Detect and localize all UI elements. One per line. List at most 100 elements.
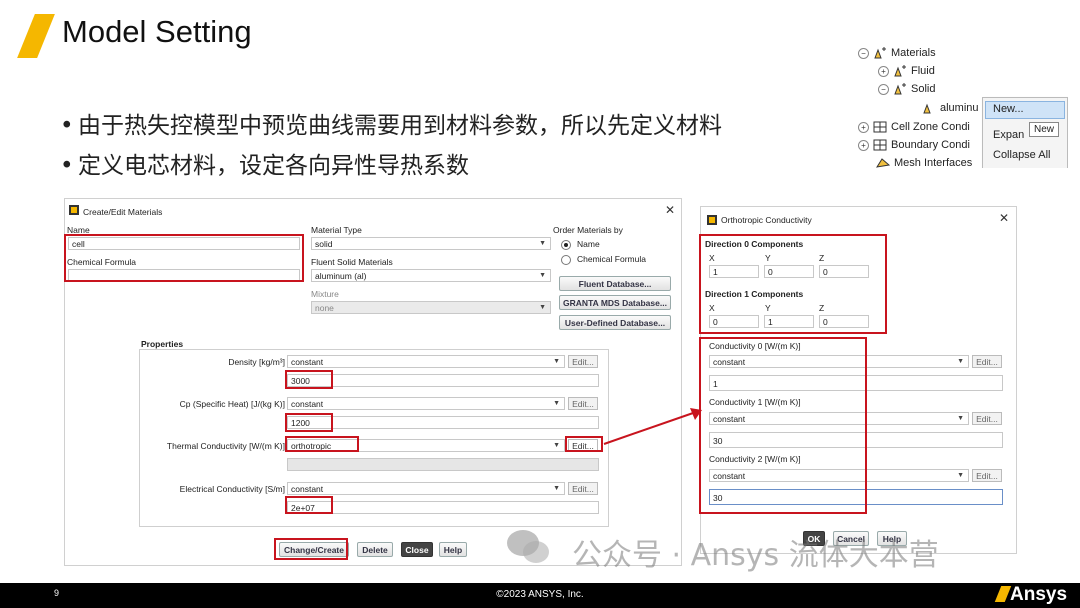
fluent-solid-select[interactable]: aluminum (al) ▼ (311, 269, 551, 282)
name-input[interactable]: cell (68, 237, 300, 250)
chevron-down-icon: ▼ (539, 272, 546, 279)
order-chem-text: Chemical Formula (577, 254, 646, 264)
chemical-formula-label: Chemical Formula (67, 257, 136, 267)
electrical-conductivity-input[interactable]: 2e+07 (287, 501, 599, 514)
tree-item-fluid[interactable]: + Fluid (878, 62, 935, 80)
dir1-x-input[interactable]: 0 (709, 315, 759, 328)
conductivity-1-edit-button[interactable]: Edit... (972, 412, 1002, 425)
fluent-database-button[interactable]: Fluent Database... (559, 276, 671, 291)
conductivity-2-method-value: constant (713, 471, 746, 481)
electrical-conductivity-edit-button[interactable]: Edit... (568, 482, 598, 495)
tree-item-boundary[interactable]: + Boundary Condi (858, 136, 970, 154)
user-defined-database-button[interactable]: User-Defined Database... (559, 315, 671, 330)
density-method-select[interactable]: constant ▼ (287, 355, 565, 368)
cp-input[interactable]: 1200 (287, 416, 599, 429)
menu-item-expand[interactable]: Expan (993, 129, 1024, 141)
close-icon[interactable]: ✕ (999, 211, 1009, 225)
material-type-select[interactable]: solid ▼ (311, 237, 551, 250)
conductivity-2-label: Conductivity 2 [W/(m K)] (709, 454, 801, 464)
order-label: Order Materials by (553, 225, 623, 235)
cp-edit-button[interactable]: Edit... (568, 397, 598, 410)
bullet-2: • 定义电芯材料，设定各向异性导热系数 (60, 153, 469, 179)
brand-logo: Ansys (994, 584, 1068, 606)
change-create-button[interactable]: Change/Create (279, 542, 349, 557)
density-edit-button[interactable]: Edit... (568, 355, 598, 368)
order-name-option[interactable]: Name (561, 239, 600, 250)
collapse-icon[interactable]: − (858, 47, 869, 59)
density-input[interactable]: 3000 (287, 374, 599, 387)
expand-icon[interactable]: + (878, 65, 889, 77)
delete-button[interactable]: Delete (357, 542, 393, 557)
accent-slash (17, 14, 55, 58)
wechat-icon (506, 528, 550, 566)
menu-item-collapse-all[interactable]: Collapse All (993, 149, 1050, 161)
y-label: Y (765, 253, 771, 263)
conductivity-2-method-select[interactable]: constant ▼ (709, 469, 969, 482)
electrical-conductivity-method-select[interactable]: constant ▼ (287, 482, 565, 495)
bullet-1: • 由于热失控模型中预览曲线需要用到材料参数，所以先定义材料 (60, 113, 722, 139)
thermal-conductivity-input[interactable] (287, 458, 599, 471)
conductivity-0-edit-button[interactable]: Edit... (972, 355, 1002, 368)
close-button[interactable]: Close (401, 542, 433, 557)
y-label: Y (765, 303, 771, 313)
chevron-down-icon: ▼ (957, 415, 964, 422)
cp-label: Cp (Specific Heat) [J/(kg K)] (179, 399, 285, 409)
tree-label: Solid (911, 83, 936, 95)
menu-item-new[interactable]: New... (993, 103, 1024, 115)
z-label: Z (819, 303, 825, 313)
conductivity-0-input[interactable]: 1 (709, 375, 1003, 391)
dialog-title: Create/Edit Materials (83, 207, 163, 217)
granta-database-button[interactable]: GRANTA MDS Database... (559, 295, 671, 310)
conductivity-2-edit-button[interactable]: Edit... (972, 469, 1002, 482)
bullet-2-text: 定义电芯材料，设定各向异性导热系数 (78, 153, 469, 179)
orthotropic-dialog: Orthotropic Conductivity ✕ Direction 0 C… (700, 206, 1017, 554)
conductivity-1-input[interactable]: 30 (709, 432, 1003, 448)
tooltip: New (1029, 122, 1060, 137)
outline-tree: − Materials + Fluid − Solid aluminu + Cell Z… (852, 40, 1068, 168)
copyright: ©2023 ANSYS, Inc. (496, 589, 584, 600)
tree-item-cell-zone[interactable]: + Cell Zone Condi (858, 118, 970, 136)
tree-item-solid[interactable]: − Solid (878, 80, 935, 98)
thermal-conductivity-method-select[interactable]: orthotropic ▼ (287, 439, 565, 452)
context-menu: New... Expan Collapse All New (982, 97, 1068, 168)
radio-icon[interactable] (561, 254, 571, 265)
thermal-conductivity-edit-button[interactable]: Edit... (568, 439, 598, 452)
tree-label: Mesh Interfaces (894, 157, 973, 168)
grid-icon (873, 121, 887, 133)
dir1-z-input[interactable]: 0 (819, 315, 869, 328)
conductivity-0-method-select[interactable]: constant ▼ (709, 355, 969, 368)
brand-text: Ansys (1010, 584, 1068, 605)
order-name-text: Name (577, 239, 600, 249)
logo-slash (994, 586, 1012, 602)
close-icon[interactable]: ✕ (665, 203, 675, 217)
fluent-solid-value: aluminum (al) (315, 271, 367, 281)
expand-icon[interactable]: + (858, 139, 869, 151)
conductivity-2-input[interactable]: 30 (709, 489, 1003, 505)
help-button[interactable]: Help (439, 542, 467, 557)
chevron-down-icon: ▼ (553, 442, 560, 449)
collapse-icon[interactable]: − (878, 83, 889, 95)
chevron-down-icon: ▼ (957, 358, 964, 365)
tree-item-mesh-interfaces[interactable]: Mesh Interfaces (876, 154, 972, 168)
expand-icon[interactable]: + (858, 121, 869, 133)
tree-item-aluminum[interactable]: aluminu (922, 99, 979, 117)
conductivity-1-method-select[interactable]: constant ▼ (709, 412, 969, 425)
mixture-select[interactable]: none ▼ (311, 301, 551, 314)
tree-item-materials[interactable]: − Materials (858, 44, 936, 62)
radio-selected-icon[interactable] (561, 239, 571, 250)
dir0-z-input[interactable]: 0 (819, 265, 869, 278)
dir1-y-input[interactable]: 1 (764, 315, 814, 328)
z-label: Z (819, 253, 825, 263)
electrical-conductivity-label: Electrical Conductivity [S/m] (179, 484, 285, 494)
conductivity-1-method-value: constant (713, 414, 746, 424)
mesh-icon (876, 158, 890, 168)
order-chem-option[interactable]: Chemical Formula (561, 254, 646, 265)
properties-label: Properties (141, 339, 184, 349)
dir0-y-input[interactable]: 0 (764, 265, 814, 278)
app-icon (707, 215, 717, 225)
dir0-x-input[interactable]: 1 (709, 265, 759, 278)
cp-method-select[interactable]: constant ▼ (287, 397, 565, 410)
chemical-formula-input[interactable] (68, 269, 300, 282)
tree-label: Boundary Condi (891, 139, 970, 151)
conductivity-1-label: Conductivity 1 [W/(m K)] (709, 397, 801, 407)
